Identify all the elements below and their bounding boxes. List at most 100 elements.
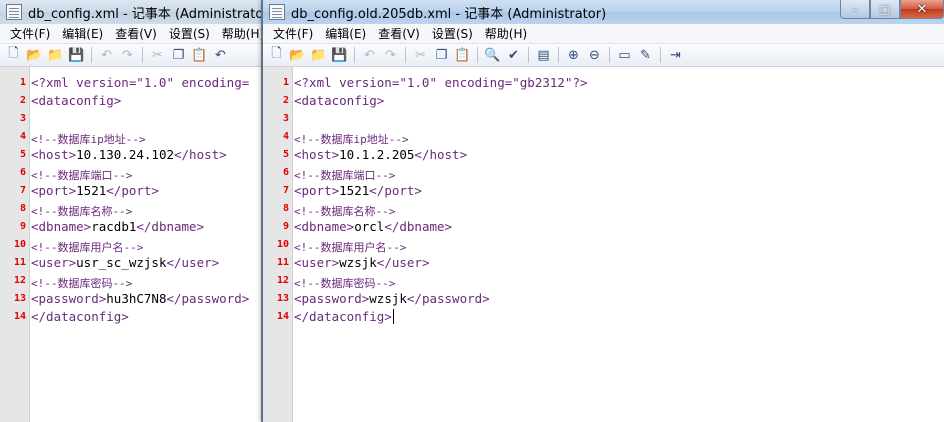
left-menu-bar: 文件(F) 编辑(E) 查看(V) 设置(S) 帮助(H) bbox=[0, 24, 261, 44]
xml-tag: </dataconfig> bbox=[31, 308, 129, 324]
open-recent-icon[interactable]: 📁 bbox=[46, 46, 65, 65]
right-line-gutter: 1 2 3 4 5 6 7 8 9 10 11 12 13 14 bbox=[263, 67, 293, 422]
find-icon[interactable]: 🔍 bbox=[483, 46, 502, 65]
right-menu-edit[interactable]: 编辑(E) bbox=[319, 25, 372, 42]
xml-comment: <!--数据库密码--> bbox=[31, 277, 133, 290]
open-folder-icon[interactable]: 📂 bbox=[25, 46, 44, 65]
xml-tag: <?xml version="1.0" encoding="gb2312"?> bbox=[294, 74, 588, 90]
code-line: <password> hu3hC7N8 </password> bbox=[31, 289, 261, 307]
save-icon[interactable]: 💾 bbox=[330, 46, 349, 65]
minimize-button[interactable]: – bbox=[840, 0, 870, 19]
paste-icon[interactable]: 📋 bbox=[190, 46, 209, 65]
xml-tag: </password> bbox=[166, 290, 250, 306]
xml-tag: </port> bbox=[106, 182, 159, 198]
code-line: <port> 1521 </port> bbox=[294, 181, 944, 199]
right-menu-file[interactable]: 文件(F) bbox=[267, 25, 319, 42]
xml-tag: <password> bbox=[294, 290, 370, 306]
line-number: 7 bbox=[19, 184, 26, 196]
element-value: 1521 bbox=[339, 182, 370, 198]
xml-comment: <!--数据库名称--> bbox=[294, 205, 396, 218]
copy-icon[interactable]: ❐ bbox=[169, 46, 188, 65]
element-value: wzsjk bbox=[369, 290, 407, 306]
toolbar-separator bbox=[558, 47, 559, 63]
zoom-out-icon[interactable]: ⊖ bbox=[585, 46, 604, 65]
xml-tag: </user> bbox=[166, 254, 220, 270]
right-text-area[interactable]: <?xml version="1.0" encoding="gb2312"?> <… bbox=[293, 67, 944, 422]
close-button[interactable]: ✕ bbox=[900, 0, 944, 19]
line-number: 10 bbox=[276, 238, 289, 250]
toolbar-separator bbox=[528, 47, 529, 63]
insert-icon[interactable]: ▤ bbox=[534, 46, 553, 65]
right-menu-help[interactable]: 帮助(H) bbox=[479, 25, 533, 42]
copy-icon[interactable]: ❐ bbox=[432, 46, 451, 65]
left-menu-edit[interactable]: 编辑(E) bbox=[56, 25, 109, 42]
xml-tag: <dataconfig> bbox=[31, 92, 122, 108]
left-menu-help[interactable]: 帮助(H) bbox=[216, 25, 261, 42]
code-line: <?xml version="1.0" encoding= bbox=[31, 73, 261, 91]
left-title-bar[interactable]: db_config.xml - 记事本 (Administrator) bbox=[0, 0, 261, 24]
code-line: <user> wzsjk </user> bbox=[294, 253, 944, 271]
undo-icon[interactable]: ↶ bbox=[360, 46, 379, 65]
line-number: 14 bbox=[276, 310, 289, 322]
xml-tag: </dbname> bbox=[384, 218, 453, 234]
code-line: <port> 1521 </port> bbox=[31, 181, 261, 199]
code-line: <password> wzsjk </password> bbox=[294, 289, 944, 307]
text-caret bbox=[392, 308, 394, 324]
exit-icon[interactable]: ⇥ bbox=[666, 46, 685, 65]
line-number: 4 bbox=[19, 130, 26, 142]
line-number: 1 bbox=[19, 76, 26, 88]
right-window-title: db_config.old.205db.xml - 记事本 (Administr… bbox=[291, 6, 607, 22]
line-number: 3 bbox=[282, 112, 289, 124]
code-line: <dbname> racdb1 </dbname> bbox=[31, 217, 261, 235]
maximize-button[interactable]: □ bbox=[870, 0, 900, 19]
xml-tag: <host> bbox=[31, 146, 77, 162]
right-menu-settings[interactable]: 设置(S) bbox=[426, 25, 479, 42]
line-number: 14 bbox=[13, 310, 26, 322]
right-notepad-window[interactable]: db_config.old.205db.xml - 记事本 (Administr… bbox=[262, 0, 944, 422]
new-file-icon[interactable]: 🗋 bbox=[4, 46, 23, 65]
right-editor[interactable]: 1 2 3 4 5 6 7 8 9 10 11 12 13 14 <?xml version="1.0" … bbox=[263, 67, 944, 422]
maximize-icon: □ bbox=[879, 2, 891, 16]
line-number: 5 bbox=[19, 148, 26, 160]
right-menu-bar: 文件(F) 编辑(E) 查看(V) 设置(S) 帮助(H) bbox=[263, 24, 944, 44]
redo-icon[interactable]: ↷ bbox=[118, 46, 137, 65]
left-text-area[interactable]: <?xml version="1.0" encoding= <dataconfig… bbox=[30, 67, 261, 422]
xml-comment: <!--数据库密码--> bbox=[294, 277, 396, 290]
right-menu-view[interactable]: 查看(V) bbox=[372, 25, 426, 42]
code-line: <dataconfig> bbox=[294, 91, 944, 109]
edit-icon[interactable]: ✎ bbox=[636, 46, 655, 65]
window-icon[interactable]: ▭ bbox=[615, 46, 634, 65]
save-icon[interactable]: 💾 bbox=[67, 46, 86, 65]
left-editor[interactable]: 1 2 3 4 5 6 7 8 9 10 11 12 13 14 <?xml version="1.0" … bbox=[0, 67, 261, 422]
cut-icon[interactable]: ✂ bbox=[411, 46, 430, 65]
xml-comment: <!--数据库ip地址--> bbox=[31, 133, 146, 146]
xml-tag: </port> bbox=[369, 182, 422, 198]
left-menu-file[interactable]: 文件(F) bbox=[4, 25, 56, 42]
redo-icon[interactable]: ↷ bbox=[381, 46, 400, 65]
cut-icon[interactable]: ✂ bbox=[148, 46, 167, 65]
right-title-bar[interactable]: db_config.old.205db.xml - 记事本 (Administr… bbox=[263, 0, 944, 24]
open-folder-icon[interactable]: 📂 bbox=[288, 46, 307, 65]
code-line: <!--数据库密码--> bbox=[31, 271, 261, 290]
left-menu-settings[interactable]: 设置(S) bbox=[163, 25, 216, 42]
new-file-icon[interactable]: 🗋 bbox=[267, 46, 286, 65]
zoom-in-icon[interactable]: ⊕ bbox=[564, 46, 583, 65]
open-recent-icon[interactable]: 📁 bbox=[309, 46, 328, 65]
line-number: 5 bbox=[282, 148, 289, 160]
code-line: <!--数据库名称--> bbox=[31, 199, 261, 218]
line-number: 11 bbox=[276, 256, 289, 268]
left-notepad-window[interactable]: db_config.xml - 记事本 (Administrator) 文件(F… bbox=[0, 0, 262, 422]
toolbar-separator bbox=[405, 47, 406, 63]
xml-tag: </host> bbox=[174, 146, 227, 162]
xml-tag: </host> bbox=[414, 146, 468, 162]
left-menu-view[interactable]: 查看(V) bbox=[109, 25, 163, 42]
paste-icon[interactable]: 📋 bbox=[453, 46, 472, 65]
code-line: <!--数据库名称--> bbox=[294, 199, 944, 218]
spell-check-icon[interactable]: ✔ bbox=[504, 46, 523, 65]
element-value: 10.130.24.102 bbox=[76, 146, 174, 162]
line-number: 12 bbox=[13, 274, 26, 286]
undo-history-icon[interactable]: ↶ bbox=[211, 46, 230, 65]
code-line: <host> 10.1.2.205 </host> bbox=[294, 145, 944, 163]
undo-icon[interactable]: ↶ bbox=[97, 46, 116, 65]
